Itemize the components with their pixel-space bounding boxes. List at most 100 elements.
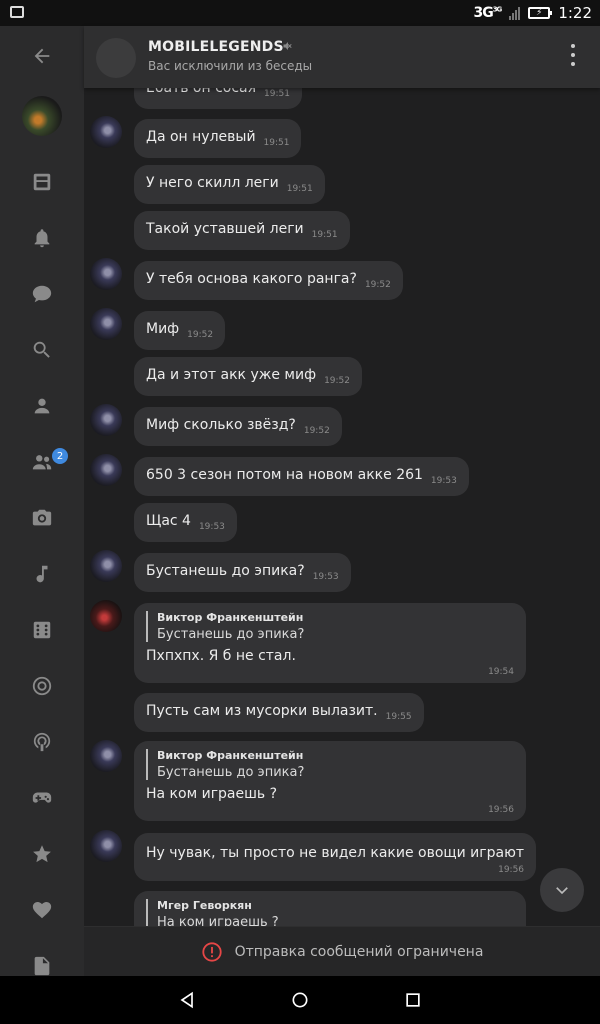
target-icon <box>32 676 52 696</box>
sidebar-item-news[interactable] <box>0 162 84 202</box>
sidebar-item-music[interactable] <box>0 554 84 594</box>
sender-avatar[interactable] <box>90 550 122 582</box>
message-time: 19:51 <box>264 89 290 99</box>
sidebar-item-groups[interactable]: 2 <box>0 442 84 482</box>
sidebar-item-messages[interactable] <box>0 274 84 314</box>
message-time: 19:51 <box>311 230 338 240</box>
message-time: 19:52 <box>303 426 330 436</box>
person-icon <box>34 398 50 414</box>
sidebar-item-favorites[interactable] <box>0 834 84 874</box>
quoted-message[interactable]: Виктор Франкенштейн Бустанешь до эпика? <box>146 749 514 780</box>
message-bubble[interactable]: Ебать он сосая 19:51 <box>134 88 302 109</box>
document-icon <box>34 956 50 976</box>
quoted-author: Мгер Геворкян <box>157 899 252 912</box>
bell-icon <box>34 229 50 248</box>
heart-icon <box>32 902 52 919</box>
sidebar-item-likes[interactable] <box>0 890 84 930</box>
message-bubble[interactable]: Да он нулевый 19:51 <box>134 119 302 158</box>
gallery-notification-icon <box>10 6 24 18</box>
message-bubble[interactable]: Миф 19:52 <box>134 311 226 350</box>
profile-avatar[interactable] <box>22 96 62 136</box>
chat-avatar[interactable] <box>96 38 136 78</box>
sender-avatar[interactable] <box>90 740 122 772</box>
alert-circle-icon <box>201 941 222 962</box>
message-text: Ну чувак, ты просто не видел какие овощи… <box>146 845 525 861</box>
restriction-text: Отправка сообщений ограничена <box>234 943 484 960</box>
signal-icon <box>509 6 521 20</box>
message-bubble[interactable]: Щас 4 19:53 <box>134 503 237 542</box>
quoted-message[interactable]: Виктор Франкенштейн Бустанешь до эпика? <box>146 611 514 642</box>
message-bubble[interactable]: 650 3 сезон потом на новом акке 261 19:53 <box>134 457 469 496</box>
reply-message-bubble[interactable]: Виктор Франкенштейн Бустанешь до эпика? … <box>134 603 526 683</box>
recents-square-icon[interactable] <box>403 990 423 1010</box>
restriction-banner: Отправка сообщений ограничена <box>84 926 600 976</box>
status-bar: 3G3G ⚡ 1:22 <box>0 0 600 26</box>
message-time: 19:56 <box>488 805 514 815</box>
system-nav-bar <box>0 976 600 1024</box>
back-button[interactable] <box>0 36 84 76</box>
message-time: 19:53 <box>312 572 339 582</box>
message-text: Миф сколько звёзд? <box>146 417 296 433</box>
arrow-left-icon <box>34 48 50 64</box>
message-bubble[interactable]: Ну чувак, ты просто не видел какие овощи… <box>134 833 537 881</box>
message-bubble[interactable]: Миф сколько звёзд? 19:52 <box>134 407 342 446</box>
status-time: 1:22 <box>558 4 592 22</box>
sender-avatar[interactable] <box>90 600 122 632</box>
sidebar-item-search[interactable] <box>0 330 84 370</box>
message-time: 19:52 <box>364 280 391 290</box>
scroll-down-button[interactable] <box>540 868 584 912</box>
message-text: Щас 4 <box>146 513 191 529</box>
sidebar-item-gamepad[interactable] <box>0 778 84 818</box>
message-bubble[interactable]: Да и этот акк уже миф 19:52 <box>134 357 362 396</box>
message-text: На ком играешь ? <box>146 786 278 802</box>
message-text: Пхпхпх. Я б не стал. <box>146 648 296 664</box>
chat-header: MOBILELEGENDS Вас исключили из беседы <box>84 26 600 88</box>
sidebar-item-notifications[interactable] <box>0 218 84 258</box>
message-text: Бустанешь до эпика? <box>146 563 305 579</box>
battery-charging-icon: ⚡ <box>528 7 553 19</box>
sender-avatar[interactable] <box>90 454 122 486</box>
muted-speaker-icon <box>283 42 292 50</box>
search-icon <box>33 341 50 358</box>
sender-avatar[interactable] <box>90 404 122 436</box>
sender-avatar[interactable] <box>90 830 122 862</box>
message-text: Такой уставшей леги <box>146 221 304 237</box>
sender-avatar[interactable] <box>90 258 122 290</box>
message-bubble[interactable]: Такой уставшей леги 19:51 <box>134 211 350 250</box>
reply-message-bubble[interactable]: Мгер Геворкян На ком играешь ? <box>134 891 526 926</box>
sender-avatar[interactable] <box>90 308 122 340</box>
message-time: 19:51 <box>286 184 313 194</box>
message-list[interactable]: Ебать он сосая 19:51 Да он нулевый 19:51 У… <box>84 88 600 926</box>
more-vertical-icon[interactable] <box>570 44 576 66</box>
left-sidebar: 2 <box>0 26 84 976</box>
sender-avatar[interactable] <box>90 116 122 148</box>
quoted-message[interactable]: Мгер Геворкян На ком играешь ? <box>146 899 514 926</box>
back-triangle-icon[interactable] <box>177 990 197 1010</box>
sidebar-item-games[interactable] <box>0 610 84 650</box>
sidebar-item-clips[interactable] <box>0 666 84 706</box>
sidebar-item-podcasts[interactable] <box>0 722 84 762</box>
message-bubble[interactable]: У него скилл леги 19:51 <box>134 165 325 204</box>
message-text: Ебать он сосая <box>146 88 257 96</box>
message-bubble[interactable]: Бустанешь до эпика? 19:53 <box>134 553 351 592</box>
home-circle-icon[interactable] <box>290 990 310 1010</box>
gamepad-icon <box>32 792 52 803</box>
quoted-author: Виктор Франкенштейн <box>157 611 304 624</box>
network-type: 3G3G <box>473 5 502 21</box>
message-time: 19:55 <box>385 712 412 722</box>
message-text: Да он нулевый <box>146 129 256 145</box>
reply-message-bubble[interactable]: Виктор Франкенштейн Бустанешь до эпика? … <box>134 741 526 821</box>
message-bubble[interactable]: У тебя основа какого ранга? 19:52 <box>134 261 403 300</box>
message-text: 650 3 сезон потом на новом акке 261 <box>146 467 423 483</box>
quoted-text: На ком играешь ? <box>157 915 279 926</box>
message-time: 19:56 <box>498 865 525 875</box>
sidebar-item-photos[interactable] <box>0 498 84 538</box>
chat-icon <box>32 285 52 303</box>
message-time: 19:53 <box>198 522 225 532</box>
chat-title[interactable]: MOBILELEGENDS <box>148 39 284 55</box>
message-time: 19:52 <box>187 330 214 340</box>
message-text: Да и этот акк уже миф <box>146 367 317 383</box>
message-bubble[interactable]: Пусть сам из мусорки вылазит. 19:55 <box>134 693 424 732</box>
message-time: 19:51 <box>263 138 290 148</box>
sidebar-item-friends[interactable] <box>0 386 84 426</box>
